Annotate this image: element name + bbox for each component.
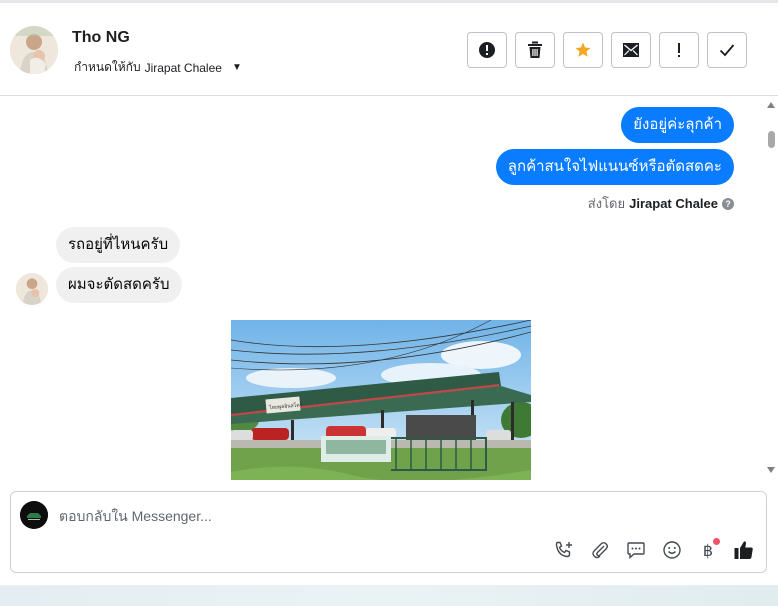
call-button[interactable] — [552, 538, 576, 562]
reply-composer: ฿ — [10, 491, 767, 573]
inbox-conversation-panel: Tho NG กำหนดให้กับ Jirapat Chalee ▼ ยังอ… — [0, 0, 778, 606]
assign-prefix: กำหนดให้กับ — [74, 60, 141, 74]
paperclip-icon — [592, 542, 608, 559]
shared-photo[interactable]: ไทยพูลอินสโตร์ — [231, 320, 531, 480]
star-button[interactable] — [563, 32, 603, 68]
exclamation-icon — [678, 43, 680, 57]
outgoing-message[interactable]: ยังอยู่ค่ะลุกค้า — [621, 107, 734, 143]
spam-button[interactable] — [467, 32, 507, 68]
thumbs-up-icon — [734, 541, 753, 559]
envelope-icon — [623, 43, 639, 57]
delete-button[interactable] — [515, 32, 555, 68]
alert-circle-icon — [479, 42, 495, 58]
page-avatar — [20, 501, 48, 529]
chat-bubble-icon — [627, 542, 645, 560]
star-icon — [575, 42, 591, 57]
notification-dot — [713, 538, 720, 545]
phone-plus-icon — [555, 541, 572, 558]
sent-by-prefix: ส่งโดย — [587, 196, 626, 211]
contact-avatar[interactable] — [10, 26, 58, 74]
scroll-up-arrow-icon[interactable] — [767, 102, 775, 108]
contact-avatar-small — [16, 273, 48, 305]
assignee-selector[interactable]: กำหนดให้กับ Jirapat Chalee ▼ — [74, 58, 242, 77]
message-thread[interactable]: ยังอยู่ค่ะลุกค้า ลูกค้าสนใจไฟแนนซ์หรือตั… — [0, 97, 778, 480]
emoji-icon — [663, 541, 681, 559]
assignee-name: Jirapat Chalee — [144, 60, 222, 75]
check-icon — [719, 44, 735, 57]
scroll-down-arrow-icon[interactable] — [767, 467, 775, 473]
trash-icon — [528, 41, 542, 58]
baht-icon: ฿ — [702, 540, 714, 560]
reply-input[interactable] — [59, 506, 719, 526]
composer-tools: ฿ — [552, 538, 756, 562]
like-button[interactable] — [732, 538, 756, 562]
bottom-background — [0, 585, 778, 606]
contact-name[interactable]: Tho NG — [72, 29, 130, 47]
emoji-button[interactable] — [660, 538, 684, 562]
sent-by-name: Jirapat Chalee — [629, 196, 718, 211]
header-actions — [467, 32, 747, 68]
payment-button[interactable]: ฿ — [696, 538, 720, 562]
outgoing-message[interactable]: ลูกค้าสนใจไฟแนนซ์หรือตัดสดคะ — [495, 149, 734, 185]
mark-unread-button[interactable] — [611, 32, 651, 68]
saved-replies-button[interactable] — [624, 538, 648, 562]
caret-down-icon: ▼ — [231, 62, 242, 73]
incoming-message[interactable]: รถอยู่ที่ไหนครับ — [56, 227, 181, 263]
scroll-thumb[interactable] — [768, 131, 775, 148]
follow-up-button[interactable] — [659, 32, 699, 68]
mark-done-button[interactable] — [707, 32, 747, 68]
conversation-header: Tho NG กำหนดให้กับ Jirapat Chalee ▼ — [0, 3, 778, 96]
message-scrollbar[interactable] — [764, 97, 778, 477]
question-mark-icon[interactable]: ? — [722, 197, 734, 210]
incoming-message[interactable]: ผมจะตัดสดครับ — [56, 267, 182, 303]
attach-button[interactable] — [588, 538, 612, 562]
sent-by-label: ส่งโดย Jirapat Chalee ? — [588, 193, 734, 214]
